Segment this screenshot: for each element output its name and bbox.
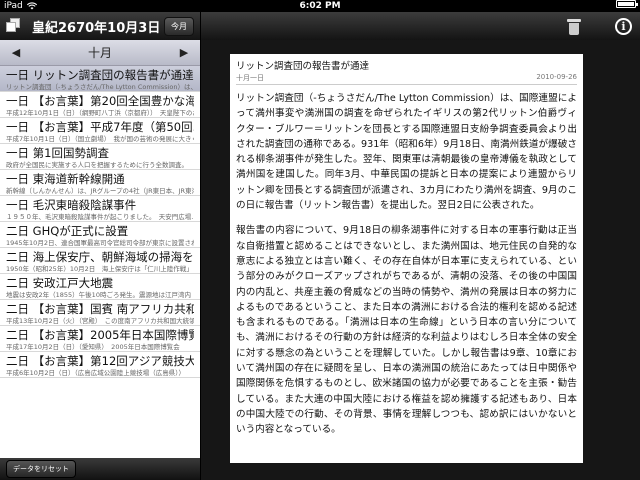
battery-icon — [616, 0, 638, 8]
article-meta: 十月一日 2010-09-26 — [236, 73, 577, 85]
article-paragraph: リットン調査団（-ちょうさだん/The Lytton Commission）は、… — [236, 93, 577, 212]
status-time: 6:02 PM — [299, 1, 341, 11]
event-snippet: 平成12年10月1日（日）（網野町八丁浜（京都府）） 天皇陛下のお言葉 — [6, 109, 194, 117]
article-body: リットン調査団（-ちょうさだん/The Lytton Commission）は、… — [236, 91, 577, 438]
event-snippet: 平成13年10月2日（火）（宮殿） この度南アフリカ共和国大統領 — [6, 317, 194, 325]
event-title: 二日 安政江戸大地震 — [6, 276, 114, 290]
event-list: 一日 リットン調査団の報告書が通達 リットン調査団（-ちょうさだん/The Lyt… — [0, 66, 200, 378]
event-list-item[interactable]: 一日 毛沢東暗殺陰謀事件 １９５０年、毛沢東暗殺陰謀事件が起こりました。 天安門広… — [0, 196, 200, 222]
event-snippet: 地震は安政2年（1855）午後10時ごろ発生。震源地は江戸湾内 — [6, 291, 191, 299]
event-title: 一日 毛沢東暗殺陰謀事件 — [6, 198, 137, 212]
event-title: 一日 第1回国勢調査 — [6, 146, 109, 160]
event-list-item[interactable]: 二日 【お言葉】第12回アジア競技大... 平成6年10月2日（日）（広島広域公園… — [0, 352, 200, 378]
info-icon[interactable]: i — [615, 18, 632, 35]
event-list-item[interactable]: 一日 第1回国勢調査 政府が全国民に実施する人口を把握するために行う全数調査。 — [0, 144, 200, 170]
next-month-icon[interactable]: ▶ — [178, 46, 190, 59]
event-list-item[interactable]: 一日 リットン調査団の報告書が通達 リットン調査団（-ちょうさだん/The Lyt… — [0, 66, 200, 92]
event-snippet: 新幹線（しんかんせん）は、JRグループの4社（JR東日本、JR東海 — [6, 187, 194, 195]
event-snippet: 1950年（昭和25年）10月2日 海上保安庁は「仁川上陸作戦」 — [6, 265, 193, 273]
event-list-item[interactable]: 二日 【お言葉】2005年日本国際博覧... 平成17年10月2日（日）（愛知県）… — [0, 326, 200, 352]
event-list-item[interactable]: 一日 東海道新幹線開通 新幹線（しんかんせん）は、JRグループの4社（JR東日本、… — [0, 170, 200, 196]
event-list-pane: 皇紀2670年10月3日 今月 ◀ 十月 ▶ 一日 リットン調査団の報告書が通達… — [0, 12, 200, 480]
event-list-item[interactable]: 一日 【お言葉】平成7年度（第50回... 平成7年10月1日（日）（国立劇場） … — [0, 118, 200, 144]
event-list-item[interactable]: 二日 GHQが正式に設置 1945年10月2日、連合国軍最高司令官総司令部が東京に… — [0, 222, 200, 248]
event-title: 二日 海上保安庁、朝鮮海域の掃海を... — [6, 250, 194, 264]
article-card: リットン調査団の報告書が通達 十月一日 2010-09-26 リットン調査団（-… — [230, 54, 583, 463]
event-title: 二日 【お言葉】第12回アジア競技大... — [6, 354, 194, 368]
event-snippet: 政府が全国民に実施する人口を把握するために行う全数調査。 — [6, 161, 188, 169]
left-bottom-toolbar: データをリセット — [0, 458, 200, 480]
event-snippet: 平成6年10月2日（日）（広島広域公園陸上競技場（広島県）） — [6, 369, 186, 377]
event-title: 二日 GHQが正式に設置 — [6, 224, 129, 238]
event-title: 一日 【お言葉】平成7年度（第50回... — [6, 120, 194, 134]
event-list-item[interactable]: 二日 安政江戸大地震 地震は安政2年（1855）午後10時ごろ発生。震源地は江戸湾… — [0, 274, 200, 300]
month-label: 十月 — [87, 46, 112, 60]
event-list-item[interactable]: 一日 【お言葉】第20回全国豊かな海... 平成12年10月1日（日）（網野町八丁… — [0, 92, 200, 118]
event-snippet: 1945年10月2日、連合国軍最高司令官総司令部が東京に設置された — [6, 239, 194, 247]
detail-pane: i リットン調査団の報告書が通達 十月一日 2010-09-26 リットン調査団… — [201, 12, 640, 480]
event-title: 二日 【お言葉】2005年日本国際博覧... — [6, 328, 194, 342]
status-bar: iPad 6:02 PM — [0, 0, 640, 12]
reset-data-button[interactable]: データをリセット — [6, 460, 76, 478]
article-paragraph: 報告書の内容について、9月18日の柳条湖事件に対する日本の軍事行動は正当な自衛措… — [236, 225, 577, 436]
prev-month-icon[interactable]: ◀ — [10, 46, 22, 59]
event-snippet: リットン調査団（-ちょうさだん/The Lytton Commission）は、… — [6, 83, 194, 91]
article-day: 十月一日 — [236, 74, 264, 82]
event-title: 二日 【お言葉】国賓 南アフリカ共和... — [6, 302, 194, 316]
article-date: 2010-09-26 — [536, 73, 577, 81]
event-list-item[interactable]: 二日 【お言葉】国賓 南アフリカ共和... 平成13年10月2日（火）（宮殿） こ… — [0, 300, 200, 326]
right-toolbar: i — [201, 12, 640, 40]
event-list-item[interactable]: 二日 海上保安庁、朝鮮海域の掃海を... 1950年（昭和25年）10月2日 海上… — [0, 248, 200, 274]
event-title: 一日 リットン調査団の報告書が通達 — [6, 68, 194, 82]
this-month-button[interactable]: 今月 — [164, 16, 194, 36]
event-snippet: １９５０年、毛沢東暗殺陰謀事件が起こりました。 天安門広場... — [6, 213, 194, 221]
calendar-icon[interactable] — [6, 18, 24, 34]
trash-icon[interactable] — [567, 19, 581, 35]
left-toolbar: 皇紀2670年10月3日 今月 — [0, 12, 200, 40]
date-title: 皇紀2670年10月3日 — [32, 20, 161, 36]
event-title: 一日 東海道新幹線開通 — [6, 172, 125, 186]
event-snippet: 平成17年10月2日（日）（愛知県） 2005年日本国際博覧会 — [6, 343, 180, 351]
article-title: リットン調査団の報告書が通達 — [236, 61, 370, 72]
event-title: 一日 【お言葉】第20回全国豊かな海... — [6, 94, 194, 108]
event-snippet: 平成7年10月1日（日）（国立劇場） 我が国の芸術の発展に大きく寄与 — [6, 135, 194, 143]
month-navigator: ◀ 十月 ▶ — [0, 40, 200, 66]
status-right — [616, 0, 638, 8]
